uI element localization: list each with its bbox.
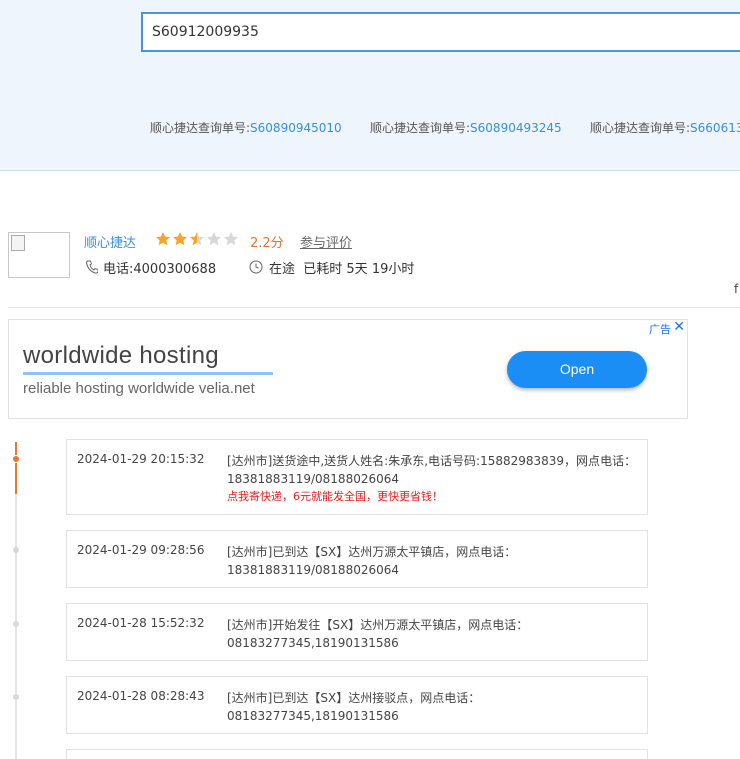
related-query-1: 顺心捷达查询单号:S60890945010 [150, 119, 342, 136]
related-query-prefix: 顺心捷达查询单号: [150, 121, 251, 135]
track-item: 2024-01-28 08:28:43 [达州市]已到达【SX】达州接驳点，网点… [66, 676, 648, 734]
track-time: 2024-01-29 09:28:56 [77, 543, 205, 557]
rate-link[interactable]: 参与评价 [300, 232, 352, 251]
track-desc-text: [达州市]已到达【SX】达州接驳点，网点电话：08183277345,18190… [227, 691, 481, 723]
star-icon [190, 232, 204, 246]
broken-image-icon [11, 235, 25, 251]
track-desc-text: [达州市]送货途中,送货人姓名:朱承东,电话号码:15882983839，网点电… [227, 454, 637, 486]
tracking-number-input[interactable] [141, 12, 740, 52]
rating-stars [155, 231, 239, 247]
track-item [66, 749, 648, 759]
track-time: 2024-01-29 20:15:32 [77, 452, 205, 466]
company-logo [8, 232, 70, 278]
phone-icon [86, 260, 98, 274]
timeline-dot-active [12, 455, 20, 463]
clock-icon [249, 260, 263, 274]
ad-title[interactable]: worldwide hosting [23, 342, 219, 370]
shipment-status: 在途 已耗时 5天 19小时 [269, 258, 414, 277]
related-query-2: 顺心捷达查询单号:S60890493245 [370, 119, 562, 136]
ad-open-button[interactable]: Open [507, 351, 647, 388]
related-query-link[interactable]: S60890493245 [470, 121, 562, 135]
track-item: 2024-01-28 15:52:32 [达州市]开始发往【SX】达州万源太平镇… [66, 603, 648, 661]
ad-label[interactable]: 广告 [649, 321, 671, 337]
ad-title-underline [23, 372, 273, 375]
timeline-dot [13, 621, 19, 627]
elapsed-time: 已耗时 5天 19小时 [303, 262, 415, 277]
star-icon [207, 232, 221, 246]
promo-link[interactable]: 点我寄快递，6元就能发全国，更快更省钱！ [227, 488, 637, 506]
star-icon [156, 232, 170, 246]
track-desc-text: [达州市]开始发往【SX】达州万源太平镇店，网点电话：08183277345,1… [227, 618, 529, 650]
timeline-dot [13, 547, 19, 553]
related-query-link[interactable]: S60890945010 [250, 121, 342, 135]
divider [8, 307, 740, 308]
track-time: 2024-01-28 15:52:32 [77, 616, 205, 630]
company-name-link[interactable]: 顺心捷达 [84, 232, 136, 251]
track-desc: [达州市]送货途中,送货人姓名:朱承东,电话号码:15882983839，网点电… [227, 452, 637, 506]
cut-off-text: f [734, 282, 739, 296]
track-time: 2024-01-28 08:28:43 [77, 689, 205, 703]
rating-score: 2.2分 [250, 236, 284, 251]
star-icon [224, 232, 238, 246]
ad-subtitle[interactable]: reliable hosting worldwide velia.net [23, 380, 255, 397]
company-phone: 电话:4000300688 [103, 262, 217, 277]
star-icon [173, 232, 187, 246]
track-item: 2024-01-29 09:28:56 [达州市]已到达【SX】达州万源太平镇店… [66, 530, 648, 588]
related-query-link[interactable]: S6606139 [690, 121, 740, 135]
ad-banner[interactable]: 广告 ✕ worldwide hosting reliable hosting … [8, 319, 688, 419]
timeline-dot [13, 694, 19, 700]
search-panel: 顺心捷达查询单号:S60890945010 顺心捷达查询单号:S60890493… [0, 0, 740, 171]
related-query-prefix: 顺心捷达查询单号: [590, 121, 691, 135]
related-query-3: 顺心捷达查询单号:S6606139 [590, 119, 740, 136]
status-label: 在途 [269, 262, 296, 277]
timeline-active-segment [15, 442, 17, 494]
track-item: 2024-01-29 20:15:32 [达州市]送货途中,送货人姓名:朱承东,… [66, 439, 648, 515]
track-desc-text: [达州市]已到达【SX】达州万源太平镇店，网点电话：18381883119/08… [227, 545, 517, 577]
close-icon[interactable]: ✕ [673, 319, 685, 335]
track-desc: [达州市]已到达【SX】达州接驳点，网点电话：08183277345,18190… [227, 689, 637, 725]
track-desc: [达州市]已到达【SX】达州万源太平镇店，网点电话：18381883119/08… [227, 543, 637, 579]
related-query-prefix: 顺心捷达查询单号: [370, 121, 471, 135]
track-desc: [达州市]开始发往【SX】达州万源太平镇店，网点电话：08183277345,1… [227, 616, 637, 652]
related-queries: 顺心捷达查询单号:S60890945010 顺心捷达查询单号:S60890493… [0, 119, 740, 137]
